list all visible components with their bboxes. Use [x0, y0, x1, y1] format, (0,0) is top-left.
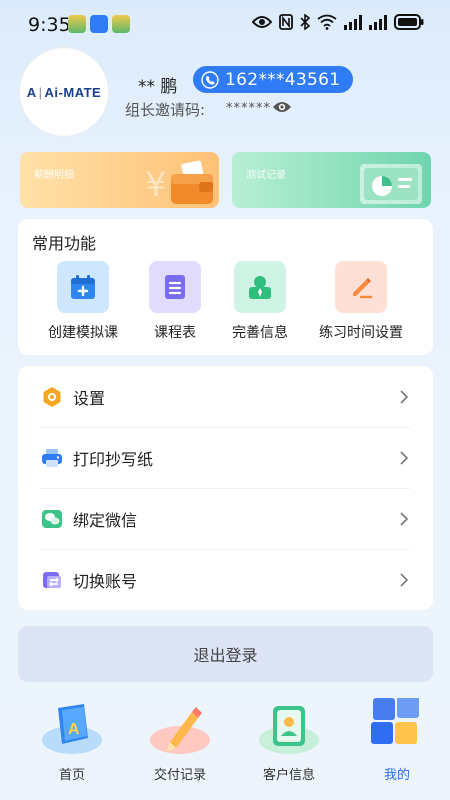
tab-home-label: 首页	[58, 768, 85, 783]
schedule-button[interactable]: 课程表	[130, 261, 220, 342]
app-notification-icon	[112, 15, 130, 33]
test-record-label: 测试记录	[246, 170, 286, 181]
battery-icon	[394, 14, 424, 30]
chevron-right-icon	[400, 511, 409, 526]
settings-icon	[40, 385, 64, 409]
practice-time-settings-label: 练习时间设置	[319, 325, 403, 341]
edit-pencil-icon	[335, 261, 387, 313]
menu-item-label: 切换账号	[73, 571, 138, 591]
signal-icon	[344, 14, 362, 30]
user-profile-icon	[234, 261, 286, 313]
schedule-list-icon	[149, 261, 201, 313]
wallet-icon: ¥	[145, 160, 213, 205]
menu-item-label: 绑定微信	[73, 510, 138, 530]
chart-board-icon	[360, 164, 422, 204]
create-mock-class-button[interactable]: 创建模拟课	[38, 261, 128, 342]
menu-item-label: 设置	[73, 388, 106, 408]
status-icons	[252, 14, 424, 30]
create-mock-class-label: 创建模拟课	[48, 325, 118, 341]
svg-text:¥: ¥	[145, 165, 167, 205]
tab-mine[interactable]: 我的	[352, 696, 442, 783]
tab-customer-info-label: 客户信息	[262, 768, 315, 783]
chevron-right-icon	[400, 572, 409, 587]
menu-item-settings[interactable]: 设置	[40, 366, 410, 427]
calendar-add-icon	[57, 261, 109, 313]
invite-code-label: 组长邀请码:	[125, 101, 206, 119]
bluetooth-icon	[300, 14, 310, 30]
complete-info-label: 完善信息	[232, 325, 288, 341]
status-time: 9:35	[28, 14, 71, 36]
phone-icon	[201, 70, 219, 89]
logout-button[interactable]: 退出登录	[18, 626, 433, 682]
tab-delivery-records-label: 交付记录	[153, 768, 206, 783]
menu-item-label: 打印抄写纸	[73, 449, 154, 469]
common-functions-title: 常用功能	[32, 234, 97, 253]
chevron-right-icon	[400, 389, 409, 404]
invite-code-value: ******	[226, 101, 271, 116]
user-name: ** 鹏	[138, 77, 178, 97]
wifi-icon	[317, 14, 337, 30]
app-notification-icon	[90, 15, 108, 33]
salary-detail-label: 薪酬明细	[34, 170, 74, 181]
practice-time-settings-button[interactable]: 练习时间设置	[315, 261, 407, 342]
test-record-card[interactable]: 测试记录	[232, 152, 431, 208]
common-functions-panel: 常用功能 创建模拟课 课程表 完善信息 练习时间设置	[18, 219, 433, 355]
status-bar: 9:35	[0, 0, 450, 48]
phone-badge: 162***43561	[193, 66, 353, 93]
tab-home[interactable]: A 首页	[27, 698, 117, 783]
svg-text:A: A	[68, 721, 80, 738]
avatar-logo: A | Ai-MATE	[26, 84, 102, 100]
phone-number: 162***43561	[225, 69, 341, 90]
eye-icon[interactable]	[272, 100, 292, 114]
contacts-icon	[257, 698, 321, 758]
menu-item-print-paper[interactable]: 打印抄写纸	[40, 427, 410, 488]
avatar[interactable]: A | Ai-MATE	[18, 46, 110, 138]
eye-icon	[252, 16, 272, 28]
wechat-icon	[40, 507, 64, 531]
blocks-icon	[365, 696, 429, 758]
app-notification-icon	[68, 15, 86, 33]
nfc-icon	[279, 14, 293, 30]
menu-panel: 设置 打印抄写纸 绑定微信 切换账号	[18, 366, 433, 610]
bottom-tab-bar: A 首页 交付记录 客户信息 我的	[0, 696, 450, 800]
schedule-label: 课程表	[154, 325, 196, 341]
chevron-right-icon	[400, 450, 409, 465]
tab-customer-info[interactable]: 客户信息	[244, 698, 334, 783]
tab-mine-label: 我的	[383, 768, 410, 783]
salary-detail-card[interactable]: 薪酬明细 ¥	[20, 152, 219, 208]
home-book-icon: A	[40, 698, 104, 758]
printer-icon	[40, 446, 64, 470]
menu-item-switch-account[interactable]: 切换账号	[40, 549, 410, 610]
switch-account-icon	[40, 568, 64, 592]
signal-icon	[369, 14, 387, 30]
pencil-record-icon	[148, 698, 212, 758]
tab-delivery-records[interactable]: 交付记录	[135, 698, 225, 783]
complete-info-button[interactable]: 完善信息	[215, 261, 305, 342]
menu-item-bind-wechat[interactable]: 绑定微信	[40, 488, 410, 549]
